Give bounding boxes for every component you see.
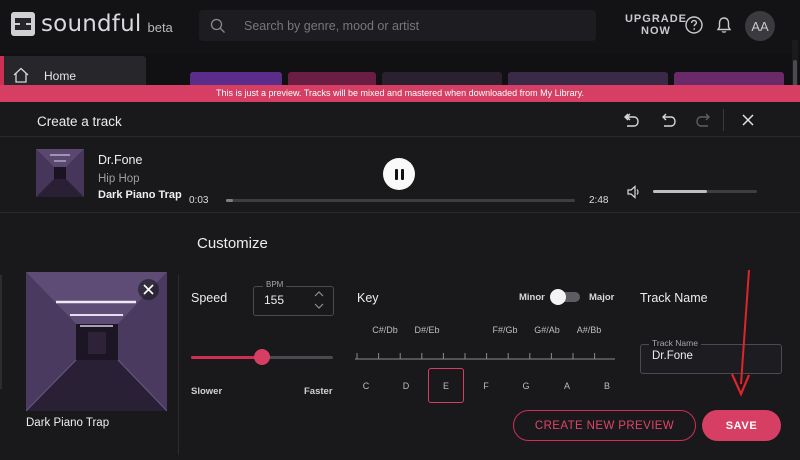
redo-icon[interactable] [693,109,715,131]
save-button[interactable]: SAVE [702,410,781,441]
volume-slider[interactable] [653,190,757,193]
home-icon [13,67,29,83]
top-bar: soundful beta UPGRADE NOW AA [0,0,800,54]
key-option-d[interactable]: D [403,381,410,391]
key-option-e[interactable]: E [443,381,449,391]
search-bar[interactable] [199,10,596,41]
previous-card-edge [0,275,2,389]
create-new-preview-button[interactable]: CREATE NEW PREVIEW [513,410,696,441]
key-option-g[interactable]: G [522,381,529,391]
key-option-f[interactable]: F [483,381,489,391]
customize-heading: Customize [197,235,268,252]
key-option-sharp[interactable]: A#/Bb [577,325,602,335]
speed-slider-fill [191,356,262,359]
cover-track-name: Dark Piano Trap [26,417,110,429]
soundful-logo-icon [11,12,35,36]
slower-label: Slower [191,386,223,397]
playback-progress-fill [226,199,233,202]
key-option-b[interactable]: B [604,381,610,391]
sidebar-item-label: Home [44,69,77,83]
track-name-input[interactable] [652,350,772,362]
search-input[interactable] [244,18,574,33]
beta-badge: beta [147,19,173,35]
key-option-c[interactable]: C [363,381,370,391]
key-option-sharp[interactable]: D#/Eb [414,325,439,335]
track-artist: Dr.Fone [98,153,143,167]
reset-icon[interactable] [619,109,641,131]
key-option-sharp[interactable]: C#/Db [372,325,398,335]
toggle-knob[interactable] [550,289,566,305]
playback-progress-bar[interactable] [226,199,575,202]
header-divider [723,109,724,131]
key-scale-axis [355,353,615,360]
close-icon[interactable] [737,109,759,131]
volume-fill [653,190,708,193]
key-option-sharp[interactable]: F#/Gb [492,325,517,335]
bpm-legend: BPM [263,280,287,289]
remove-cover-icon[interactable] [138,279,159,300]
major-label: Major [589,292,615,303]
current-time: 0:03 [189,195,209,206]
track-genre: Hip Hop [98,173,140,185]
track-cover-thumbnail [36,149,84,197]
annotation-arrow [730,270,751,397]
minor-label: Minor [519,292,545,303]
app-name: soundful [41,11,142,37]
undo-icon[interactable] [657,109,679,131]
pause-icon [400,168,404,180]
modal-header: Create a track [0,102,800,137]
pause-icon [394,168,398,180]
logo[interactable]: soundful beta [11,11,173,37]
track-name-label: Track Name [640,291,708,305]
help-circle-icon[interactable] [684,15,704,35]
avatar[interactable]: AA [745,11,775,41]
stepper-arrows-icon[interactable] [313,288,325,312]
total-time: 2:48 [589,195,609,206]
key-option-sharp[interactable]: G#/Ab [534,325,560,335]
modal-title: Create a track [37,114,122,129]
create-track-modal: This is just a preview. Tracks will be m… [0,85,800,460]
key-option-a[interactable]: A [564,381,570,391]
major-minor-toggle[interactable] [550,289,580,305]
bell-icon[interactable] [714,15,734,35]
pause-button[interactable] [383,158,415,190]
faster-label: Faster [304,386,333,397]
track-title: Dark Piano Trap [98,189,182,201]
speed-slider-thumb[interactable] [254,349,270,365]
preview-banner: This is just a preview. Tracks will be m… [0,85,800,102]
volume-icon[interactable] [626,184,642,200]
section-divider [178,275,179,455]
search-icon [210,18,225,33]
key-label: Key [357,291,379,305]
speed-label: Speed [191,291,228,305]
preview-player: Dr.Fone Hip Hop Dark Piano Trap 0:03 2:4… [0,137,800,213]
track-name-legend: Track Name [649,338,701,348]
bpm-value[interactable]: 155 [264,293,284,307]
